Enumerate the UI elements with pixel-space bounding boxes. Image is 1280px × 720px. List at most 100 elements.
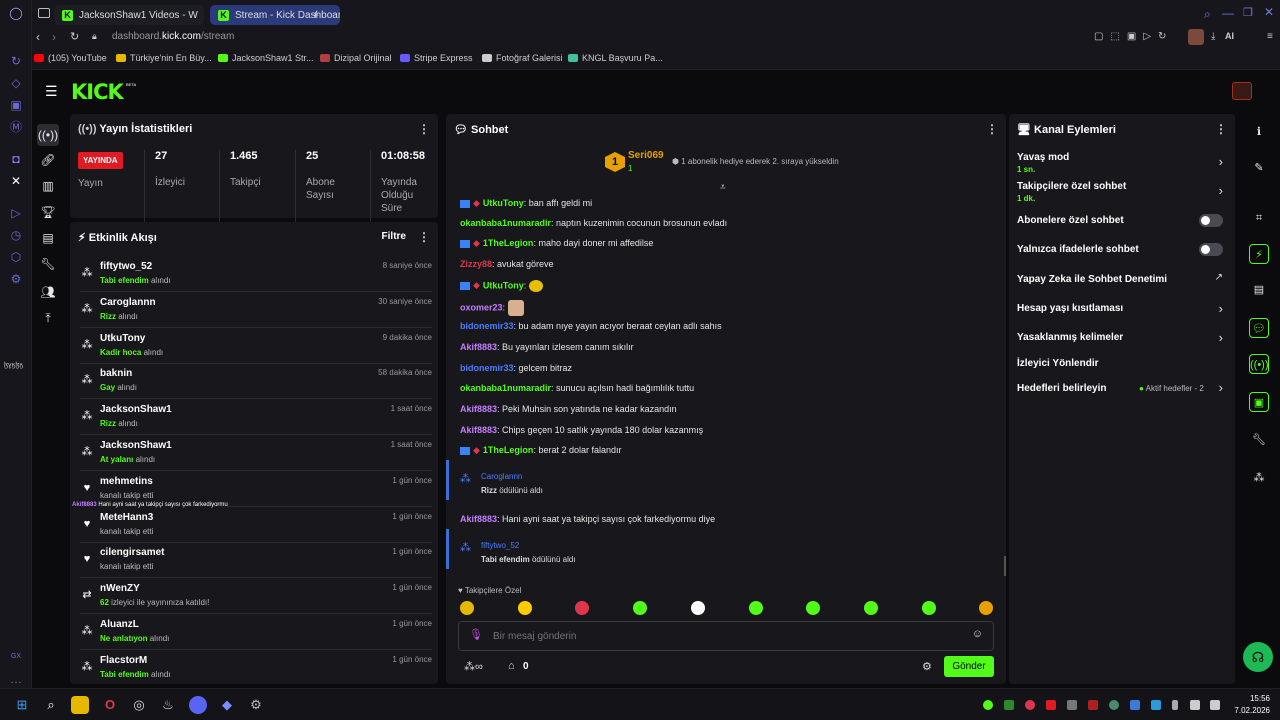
reload-button[interactable]: ↻: [70, 30, 79, 43]
subs-chat-toggle[interactable]: [1199, 214, 1223, 227]
back-button[interactable]: ‹: [36, 30, 40, 44]
cube-icon[interactable]: ⬡: [9, 250, 23, 264]
tray-app3-icon[interactable]: [1109, 700, 1119, 710]
broadcast-panel-icon[interactable]: ((•)): [1249, 354, 1269, 374]
filter-button[interactable]: Filtre: [382, 231, 406, 242]
bookmark-youtube[interactable]: (105) YouTube: [34, 53, 107, 63]
tray-nvidia-icon[interactable]: [1004, 700, 1014, 710]
info-icon[interactable]: ℹ: [1249, 122, 1269, 142]
send-button[interactable]: Gönder: [944, 656, 994, 677]
history-icon[interactable]: ◷: [9, 228, 23, 242]
emote-button[interactable]: [921, 601, 936, 615]
chevron-right-icon[interactable]: ›: [1219, 183, 1223, 198]
channel-avatar[interactable]: [1232, 82, 1252, 100]
chat-input[interactable]: [493, 628, 953, 644]
support-chat-icon[interactable]: ☊: [1243, 642, 1273, 672]
bookmark-jackson[interactable]: JacksonShaw1 Str...: [218, 53, 314, 63]
event-user[interactable]: JacksonShaw1: [100, 440, 172, 451]
chat-username[interactable]: bidonemir33: [460, 321, 514, 331]
event-user[interactable]: cilengirsamet: [100, 547, 164, 558]
reward-user[interactable]: fiftytwo_52: [481, 541, 519, 550]
x-icon[interactable]: ✕: [9, 174, 23, 188]
chat-username[interactable]: okanbaba1numaradir: [460, 218, 551, 228]
windows-start-icon[interactable]: ⊞: [13, 696, 31, 714]
chat-username[interactable]: 1TheLegion: [483, 445, 534, 455]
aria-icon[interactable]: ◇: [9, 76, 23, 90]
search-icon[interactable]: ⌕: [42, 696, 60, 714]
hamburger-menu-icon[interactable]: ☰: [45, 83, 58, 100]
event-user[interactable]: MeteHann3: [100, 512, 153, 523]
clock-date[interactable]: 7.02.2026: [1226, 706, 1270, 715]
messenger-icon[interactable]: Ⓜ: [9, 120, 23, 134]
chevron-right-icon[interactable]: ›: [1219, 380, 1223, 395]
chat-username[interactable]: okanbaba1numaradir: [460, 383, 551, 393]
channel-points-icon[interactable]: ⁂∞: [464, 660, 483, 673]
bookmark-gallery[interactable]: Fotoğraf Galerisi: [482, 53, 563, 63]
opera-logo-icon[interactable]: ◯: [9, 6, 23, 20]
collapse-pinned-icon[interactable]: ⩡: [720, 182, 726, 193]
settings-app-icon[interactable]: ⚙: [247, 696, 265, 714]
clock-time[interactable]: 15:56: [1240, 694, 1270, 703]
workspace-icon[interactable]: [38, 8, 50, 18]
tray-app-icon[interactable]: [983, 700, 993, 710]
network-icon[interactable]: [1190, 700, 1200, 710]
activity-event[interactable]: ⁂ FlacstorM Tabi efendim alındı 1 gün önce: [80, 650, 433, 684]
close-window-button[interactable]: ✕: [1264, 5, 1274, 19]
menu-icon[interactable]: ≡: [1267, 31, 1273, 42]
mic-icon[interactable]: 🎙︎: [469, 628, 483, 641]
store-icon[interactable]: ⌂: [508, 660, 515, 672]
emote-button[interactable]: [863, 601, 878, 615]
emote-button[interactable]: [575, 601, 590, 615]
event-user[interactable]: AluanzL: [100, 619, 139, 630]
chevron-right-icon[interactable]: ›: [1219, 301, 1223, 316]
activity-event[interactable]: ⁂ AluanzL Ne anlatıyon alındı 1 gün önce: [80, 614, 432, 650]
event-user[interactable]: mehmetins: [100, 476, 153, 487]
emote-button[interactable]: [979, 601, 994, 615]
chat-username[interactable]: Akif8883: [460, 425, 497, 435]
opera-gx-icon[interactable]: ◎: [130, 696, 148, 714]
activity-event[interactable]: ♥ MeteHann3 kanalı takip etti 1 gün önce: [80, 507, 432, 543]
bookmark-kngl[interactable]: KNGL Başvuru Pa...: [568, 53, 663, 63]
chat-username[interactable]: Akif8883: [460, 404, 497, 414]
steam-icon[interactable]: ♨: [159, 696, 177, 714]
activity-event[interactable]: ⁂ JacksonShaw1 Rizz alındı 1 saat önce: [80, 399, 432, 436]
file-explorer-icon[interactable]: [71, 696, 89, 714]
event-user[interactable]: FlacstorM: [100, 655, 147, 666]
chat-username[interactable]: Akif8883: [460, 514, 497, 524]
emote-button[interactable]: [690, 601, 705, 615]
points-icon[interactable]: ⁂: [1249, 468, 1269, 488]
event-user[interactable]: nWenZY: [100, 583, 140, 594]
event-user[interactable]: baknin: [100, 368, 132, 379]
users-icon[interactable]: 👥︎: [40, 284, 56, 300]
tab-videos[interactable]: K JacksonShaw1 Videos - W: [54, 5, 204, 25]
volume-icon[interactable]: [1210, 700, 1220, 710]
extension-icon[interactable]: ▣: [9, 98, 23, 112]
activity-event[interactable]: ⁂ fiftytwo_52 Tabi efendim alındı 8 saniye …: [80, 256, 432, 292]
mic-tray-icon[interactable]: [1172, 700, 1178, 710]
pinned-user[interactable]: Seri069: [628, 150, 664, 161]
url-field[interactable]: dashboard.kick.com/stream: [112, 31, 234, 42]
trophy-icon[interactable]: 🏆︎: [40, 204, 56, 220]
opera-icon[interactable]: O: [101, 696, 119, 714]
event-user[interactable]: fiftytwo_52: [100, 261, 152, 272]
chat-username[interactable]: Akif8883: [460, 342, 497, 352]
toolbar-icons[interactable]: ▢⬚▣▷↻: [1094, 31, 1173, 42]
emote-button[interactable]: [517, 601, 532, 615]
slow-mode-action[interactable]: Yavaş mod 1 sn.: [1017, 152, 1069, 174]
chat-username[interactable]: bidonemir33: [460, 363, 514, 373]
tray-app2-icon[interactable]: [1088, 700, 1098, 710]
goals-label[interactable]: Hedefleri belirleyin: [1017, 383, 1106, 394]
bolt-panel-icon[interactable]: ⚡︎: [1249, 244, 1269, 264]
gx-label[interactable]: GX: [8, 650, 24, 664]
ai-button[interactable]: AI: [1225, 31, 1234, 41]
pencil-icon[interactable]: ✎: [1249, 158, 1269, 178]
tray-steam-icon[interactable]: [1067, 700, 1077, 710]
search-tabs-icon[interactable]: ⌕: [1204, 7, 1211, 22]
tray-record-icon[interactable]: [1046, 700, 1056, 710]
app-icon[interactable]: ◆: [218, 696, 236, 714]
notes-icon[interactable]: ▤: [1249, 280, 1269, 300]
settings-icon[interactable]: ⚙: [9, 272, 23, 286]
emote-button[interactable]: [806, 601, 821, 615]
download-icon[interactable]: ⤓: [1211, 31, 1215, 42]
chat-username[interactable]: Zizzy88: [460, 259, 492, 269]
